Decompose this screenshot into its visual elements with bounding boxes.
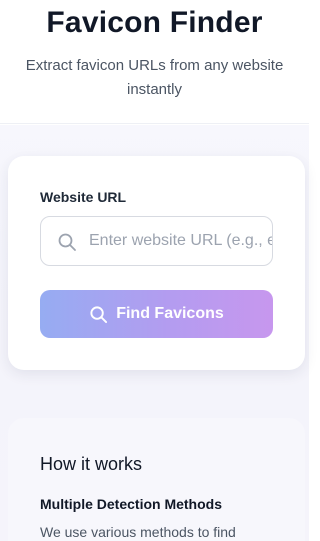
url-input-wrapper[interactable] (40, 216, 273, 266)
how-it-works-title: How it works (40, 454, 143, 474)
find-favicons-button[interactable]: Find Favicons (40, 290, 273, 338)
method-title: Multiple Detection Methods (40, 496, 222, 512)
how-it-works-card: How it works Multiple Detection Methods … (8, 418, 305, 541)
app-title: Favicon Finder (46, 6, 263, 39)
search-card: Website URL Find Favicons (8, 156, 305, 370)
website-url-input[interactable] (89, 217, 272, 265)
app-header: Favicon Finder Extract favicon URLs from… (0, 0, 309, 124)
search-icon (57, 232, 77, 252)
find-favicons-label: Find Favicons (116, 305, 224, 322)
website-url-label: Website URL (40, 189, 127, 205)
app-subtitle: Extract favicon URLs from any website in… (25, 57, 284, 98)
search-icon (89, 305, 108, 324)
method-description: We use various methods to find (40, 524, 236, 540)
